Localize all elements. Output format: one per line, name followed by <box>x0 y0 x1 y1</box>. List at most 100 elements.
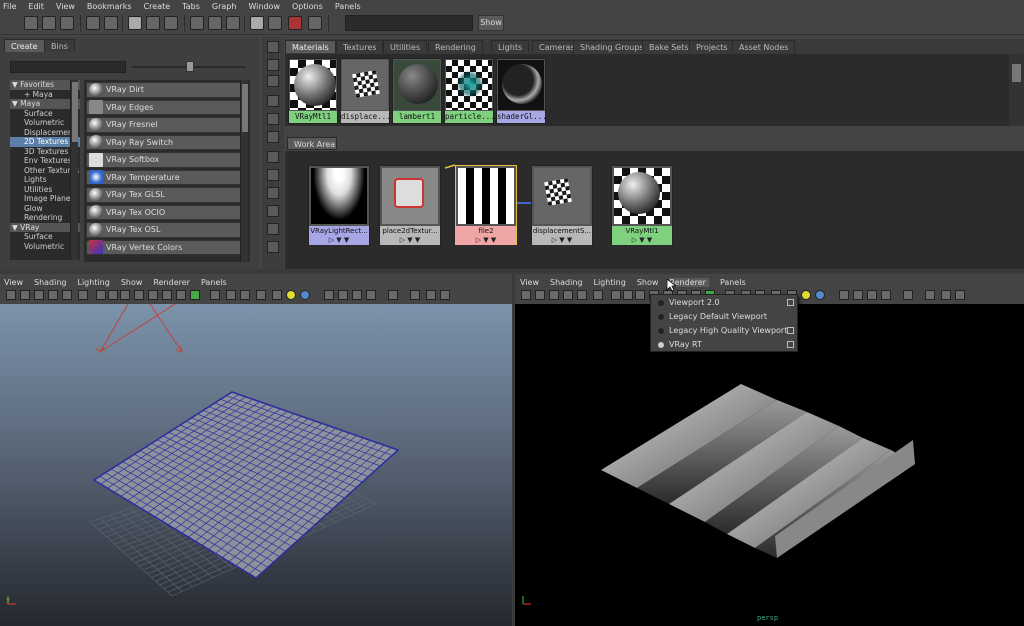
node-list-item[interactable]: VRay Temperature <box>86 169 248 185</box>
panel-icon[interactable] <box>267 151 279 163</box>
viewport-tool-icon[interactable] <box>521 290 531 300</box>
brush-icon[interactable] <box>128 16 142 30</box>
viewport-menu-view[interactable]: View <box>520 278 539 287</box>
viewport-tool-icon[interactable] <box>903 290 913 300</box>
menu-options[interactable]: Options <box>292 2 323 11</box>
viewport-tool-icon[interactable] <box>78 290 88 300</box>
panel-icon[interactable] <box>267 241 279 253</box>
viewport-tool-icon[interactable] <box>162 290 172 300</box>
material-swatch[interactable]: shaderGl... <box>496 58 546 124</box>
swatch-icon[interactable] <box>250 16 264 30</box>
viewport-tool-icon[interactable] <box>148 290 158 300</box>
option-box-icon[interactable] <box>787 341 794 348</box>
viewport-tool-icon[interactable] <box>388 290 398 300</box>
graph-node[interactable]: VRayLightRect... ▷ ▼ ▼ <box>308 165 370 245</box>
viewport-tool-icon[interactable] <box>577 290 587 300</box>
layout-icon[interactable] <box>24 16 38 30</box>
viewport-tool-icon[interactable] <box>635 290 645 300</box>
viewport-tool-icon[interactable] <box>623 290 633 300</box>
viewport-tool-icon[interactable] <box>426 290 436 300</box>
tab-rendering[interactable]: Rendering <box>428 40 483 53</box>
node-list-item[interactable]: VRay Vertex Colors <box>86 239 248 255</box>
viewport-menu-show[interactable]: Show <box>121 278 143 287</box>
viewport-left[interactable]: y <box>0 304 512 626</box>
menu-graph[interactable]: Graph <box>212 2 237 11</box>
tab-utilities[interactable]: Utilities <box>383 40 428 53</box>
viewport-tool-icon[interactable] <box>955 290 965 300</box>
viewport-tool-icon[interactable] <box>338 290 348 300</box>
renderer-option[interactable]: VRay RT <box>651 338 799 352</box>
node-port-arrows[interactable]: ▷ ▼ ▼ <box>532 236 592 245</box>
renderer-option[interactable]: Legacy High Quality Viewport <box>651 324 799 338</box>
viewport-menu-panels[interactable]: Panels <box>720 278 746 287</box>
viewport-menu-view[interactable]: View <box>4 278 23 287</box>
viewport-tool-icon[interactable] <box>190 290 200 300</box>
tab-lights[interactable]: Lights <box>491 40 530 53</box>
viewport-tool-icon[interactable] <box>815 290 825 300</box>
graph-icon[interactable] <box>164 16 178 30</box>
node-list-item[interactable]: VRay Tex OCIO <box>86 204 248 220</box>
node-port-arrows[interactable]: ▷ ▼ ▼ <box>456 236 516 245</box>
viewport-tool-icon[interactable] <box>593 290 603 300</box>
tab-asset-nodes[interactable]: Asset Nodes <box>732 40 796 53</box>
viewport-tool-icon[interactable] <box>853 290 863 300</box>
menu-tabs[interactable]: Tabs <box>182 2 200 11</box>
viewport-tool-icon[interactable] <box>240 290 250 300</box>
output-connections-icon[interactable] <box>226 16 240 30</box>
slider-handle[interactable] <box>186 61 194 72</box>
viewport-tool-icon[interactable] <box>352 290 362 300</box>
tab-bins[interactable]: Bins <box>44 39 75 52</box>
material-swatch[interactable]: particle... <box>444 58 494 124</box>
panel-icon[interactable] <box>267 131 279 143</box>
graph-node[interactable]: place2dTextur... ▷ ▼ ▼ <box>379 165 441 245</box>
graph-node[interactable]: VRayMtl1 ▷ ▼ ▼ <box>611 165 673 245</box>
viewport-menu-shading[interactable]: Shading <box>550 278 583 287</box>
viewport-tool-icon[interactable] <box>96 290 106 300</box>
tab-create[interactable]: Create <box>4 39 45 52</box>
expand-arrow-icon[interactable]: ▼ <box>12 99 20 108</box>
panel-icon[interactable] <box>267 223 279 235</box>
node-port-arrows[interactable]: ▷ ▼ ▼ <box>612 236 672 245</box>
viewport-tool-icon[interactable] <box>226 290 236 300</box>
menu-panels[interactable]: Panels <box>335 2 361 11</box>
menu-window[interactable]: Window <box>248 2 280 11</box>
panel-icon[interactable] <box>267 59 279 71</box>
viewport-tool-icon[interactable] <box>925 290 935 300</box>
viewport-menu-shading[interactable]: Shading <box>34 278 67 287</box>
tab-bake-sets[interactable]: Bake Sets <box>642 40 696 53</box>
option-box-icon[interactable] <box>787 299 794 306</box>
filter-input[interactable] <box>10 61 126 73</box>
viewport-tool-icon[interactable] <box>324 290 334 300</box>
menu-bookmarks[interactable]: Bookmarks <box>87 2 132 11</box>
viewport-tool-icon[interactable] <box>881 290 891 300</box>
viewport-tool-icon[interactable] <box>6 290 16 300</box>
viewport-tool-icon[interactable] <box>272 290 282 300</box>
node-list-item[interactable]: VRay Tex GLSL <box>86 187 248 203</box>
renderer-option[interactable]: Viewport 2.0 <box>651 296 799 310</box>
viewport-tool-icon[interactable] <box>867 290 877 300</box>
tab-textures[interactable]: Textures <box>336 40 384 53</box>
viewport-menu-lighting[interactable]: Lighting <box>593 278 625 287</box>
panel-icon[interactable] <box>267 169 279 181</box>
scroll-thumb[interactable] <box>72 82 78 142</box>
viewport-tool-icon[interactable] <box>410 290 420 300</box>
viewport-right[interactable]: persp <box>515 304 1024 626</box>
tab-shading-groups[interactable]: Shading Groups <box>573 40 651 53</box>
viewport-tool-icon[interactable] <box>134 290 144 300</box>
menu-edit[interactable]: Edit <box>28 2 44 11</box>
viewport-tool-icon[interactable] <box>941 290 951 300</box>
option-box-icon[interactable] <box>787 327 794 334</box>
viewport-tool-icon[interactable] <box>563 290 573 300</box>
node-port-arrows[interactable]: ▷ ▼ ▼ <box>309 236 369 245</box>
layout-icon[interactable] <box>60 16 74 30</box>
node-list-item[interactable]: VRay Tex OSL <box>86 222 248 238</box>
panel-icon[interactable] <box>267 41 279 53</box>
panel-icon[interactable] <box>267 95 279 107</box>
panel-icon[interactable] <box>267 113 279 125</box>
viewport-tool-icon[interactable] <box>535 290 545 300</box>
viewport-tool-icon[interactable] <box>62 290 72 300</box>
input-connections-icon[interactable] <box>190 16 204 30</box>
expand-arrow-icon[interactable]: ▼ <box>12 80 20 89</box>
viewport-menu-renderer[interactable]: Renderer <box>153 278 190 287</box>
expand-arrow-icon[interactable]: ▼ <box>12 223 20 232</box>
